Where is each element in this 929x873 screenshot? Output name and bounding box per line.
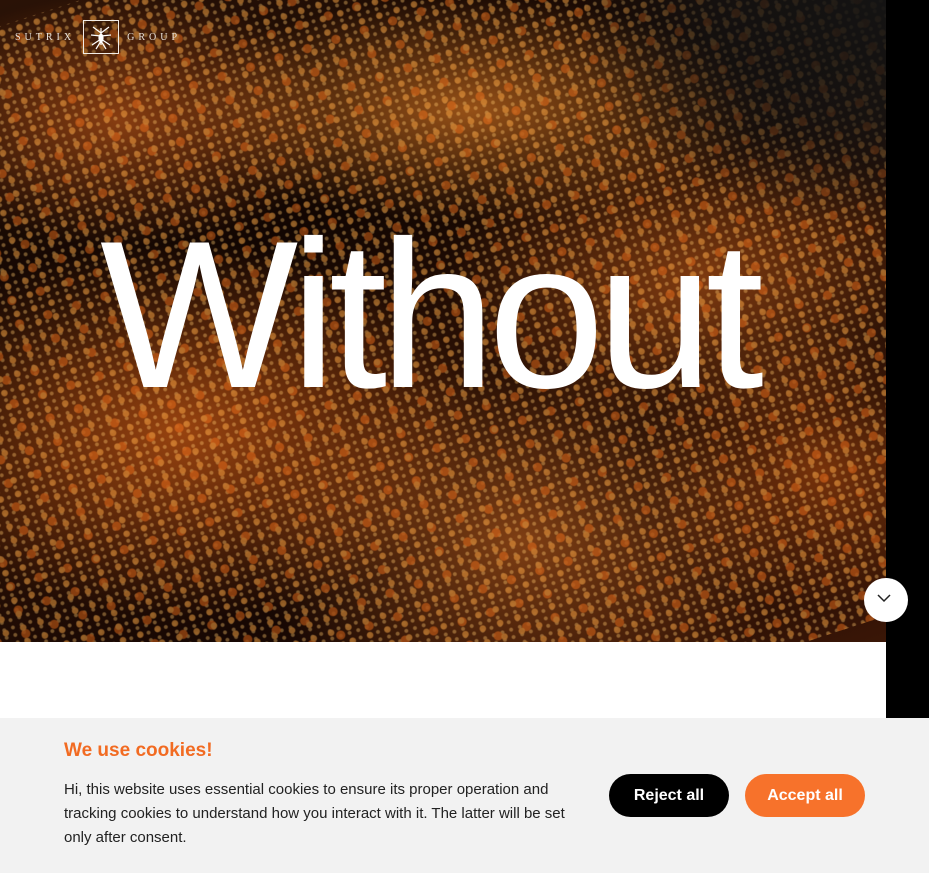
cookie-banner: We use cookies! Hi, this website uses es… xyxy=(0,718,929,873)
cookie-message: Hi, this website uses essential cookies … xyxy=(64,781,565,846)
accept-all-button[interactable]: Accept all xyxy=(745,774,865,817)
hero-headline: Without xyxy=(100,197,764,432)
brand-logo[interactable]: SUTRIX GROUP xyxy=(15,20,181,54)
brand-name-left: SUTRIX xyxy=(15,31,76,43)
hero-background-shade xyxy=(586,0,886,220)
cookie-title: We use cookies! xyxy=(64,740,213,761)
brand-name-right: GROUP xyxy=(127,31,182,43)
spider-logo-icon xyxy=(83,20,120,54)
content-area xyxy=(0,642,886,718)
chevron-down-icon xyxy=(876,590,892,611)
page: SUTRIX GROUP Without We use cookies! Hi,… xyxy=(0,0,929,873)
reject-all-button[interactable]: Reject all xyxy=(609,774,729,817)
scroll-down-button[interactable] xyxy=(864,578,908,622)
hero-section: SUTRIX GROUP Without xyxy=(0,0,886,642)
